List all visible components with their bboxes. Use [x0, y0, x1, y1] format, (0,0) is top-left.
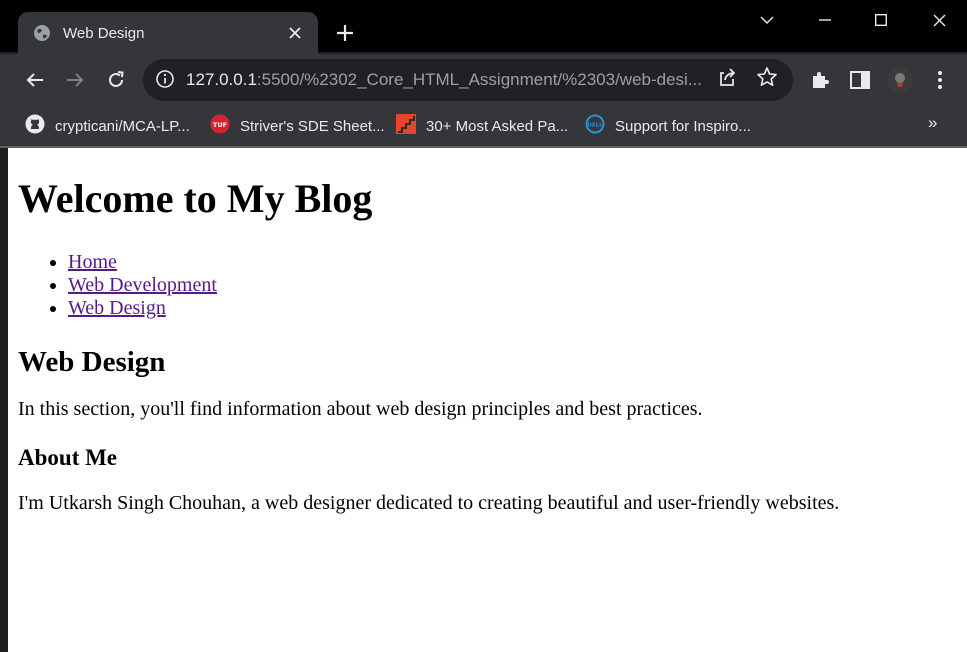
nav-link-web-development[interactable]: Web Development: [68, 274, 217, 296]
site-info-icon[interactable]: [155, 69, 175, 94]
bookmark-item[interactable]: TUF Striver's SDE Sheet...: [210, 113, 385, 139]
bookmark-label: Striver's SDE Sheet...: [240, 117, 385, 135]
github-icon: [25, 114, 45, 139]
forward-button[interactable]: [61, 66, 89, 94]
tab-strip: Web Design: [0, 0, 967, 54]
bookmark-item[interactable]: crypticani/MCA-LP...: [25, 113, 190, 139]
minimize-button[interactable]: [813, 8, 837, 32]
page-title: Welcome to My Blog: [18, 176, 373, 221]
close-window-button[interactable]: [927, 8, 951, 32]
bookmark-item[interactable]: 30+ Most Asked Pa...: [396, 113, 568, 139]
stairs-icon: [396, 113, 416, 139]
tab-search-chevron-icon[interactable]: [755, 8, 779, 32]
bookmark-label: Support for Inspiro...: [615, 117, 751, 135]
bookmark-item[interactable]: DELL Support for Inspiro...: [585, 113, 751, 139]
url-text[interactable]: 127.0.0.1:5500/%2302_Core_HTML_Assignmen…: [186, 70, 711, 90]
maximize-button[interactable]: [869, 8, 893, 32]
section-heading: Web Design: [18, 346, 166, 378]
reload-button[interactable]: [102, 66, 130, 94]
close-tab-icon[interactable]: [284, 22, 306, 44]
left-window-edge: [0, 148, 8, 652]
bookmark-label: 30+ Most Asked Pa...: [426, 117, 569, 135]
profile-avatar[interactable]: [886, 66, 914, 94]
nav-item: Web Development: [68, 274, 959, 297]
section-paragraph: In this section, you'll find information…: [18, 398, 703, 420]
page-viewport: Welcome to My Blog Home Web Development …: [10, 148, 967, 652]
tuf-icon: TUF: [210, 114, 230, 139]
side-panel-icon[interactable]: [846, 66, 874, 94]
back-button[interactable]: [21, 66, 49, 94]
nav-list: Home Web Development Web Design: [18, 251, 959, 320]
url-host: 127.0.0.1: [186, 70, 257, 89]
about-paragraph: I'm Utkarsh Singh Chouhan, a web designe…: [18, 492, 840, 514]
nav-item: Home: [68, 251, 959, 274]
address-bar[interactable]: 127.0.0.1:5500/%2302_Core_HTML_Assignmen…: [143, 59, 793, 101]
toolbar: 127.0.0.1:5500/%2302_Core_HTML_Assignmen…: [0, 54, 967, 106]
url-path: :5500/%2302_Core_HTML_Assignment/%2303/w…: [256, 70, 702, 89]
bookmarks-bar: crypticani/MCA-LP... TUF Striver's SDE S…: [0, 106, 967, 148]
svg-text:TUF: TUF: [213, 121, 227, 129]
extensions-puzzle-icon[interactable]: [806, 66, 834, 94]
nav-item: Web Design: [68, 297, 959, 320]
about-heading: About Me: [18, 445, 118, 470]
browser-chrome: Web Design 127.0.0.1:5500/%2302_Core_HTM…: [0, 0, 967, 148]
bookmark-label: crypticani/MCA-LP...: [55, 117, 190, 135]
bookmark-star-icon[interactable]: [756, 66, 778, 93]
dell-icon: DELL: [585, 114, 605, 139]
new-tab-button[interactable]: [333, 21, 357, 45]
nav-link-web-design[interactable]: Web Design: [68, 297, 166, 319]
share-icon[interactable]: [716, 66, 738, 93]
menu-kebab-icon[interactable]: [926, 66, 954, 94]
bookmarks-overflow-button[interactable]: »: [928, 113, 937, 133]
nav-link-home[interactable]: Home: [68, 251, 117, 273]
globe-icon: [32, 23, 52, 43]
svg-text:DELL: DELL: [587, 122, 603, 128]
tab-title: Web Design: [63, 24, 145, 42]
tab-web-design[interactable]: Web Design: [18, 12, 318, 54]
